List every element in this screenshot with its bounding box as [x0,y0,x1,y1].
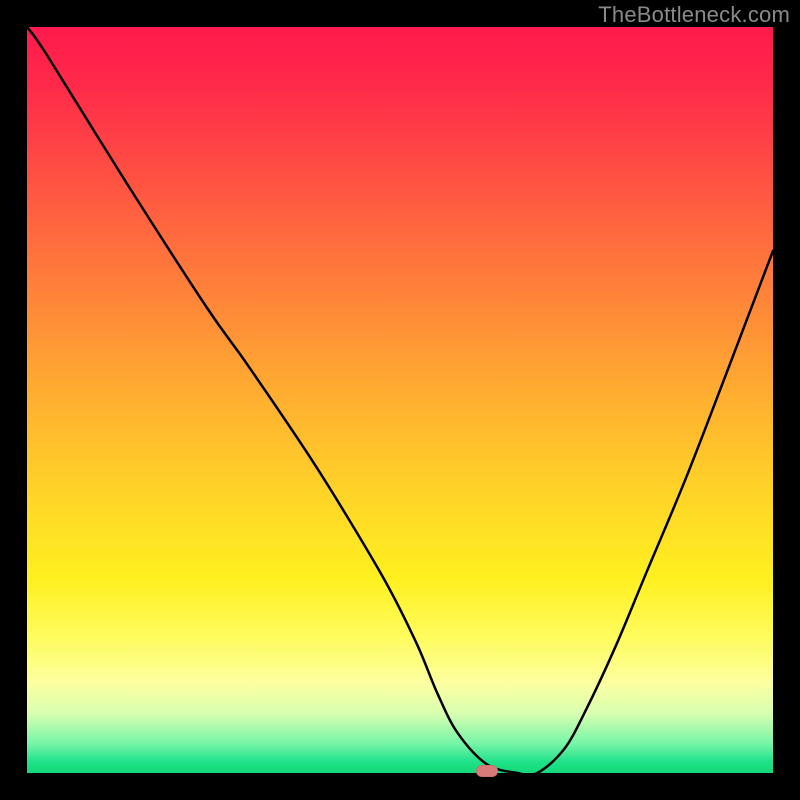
plot-area [27,27,773,773]
chart-frame: TheBottleneck.com [0,0,800,800]
optimal-marker [476,765,498,777]
watermark-label: TheBottleneck.com [598,2,790,28]
